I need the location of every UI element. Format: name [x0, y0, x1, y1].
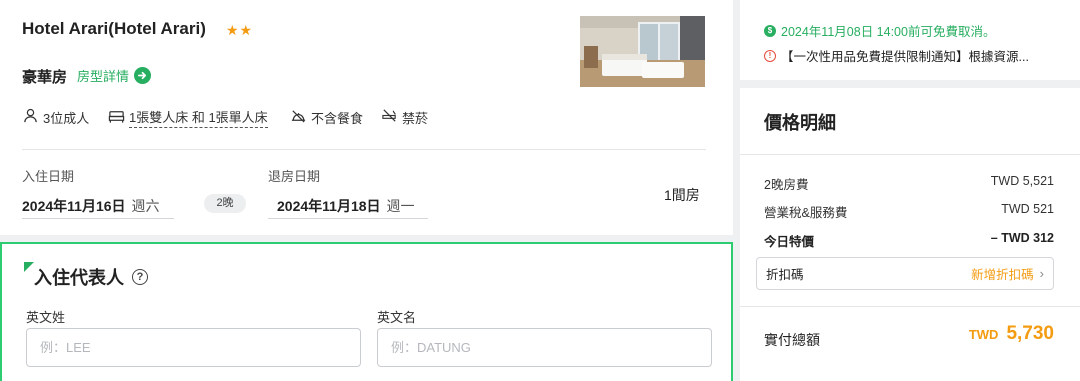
total-price: TWD 5,730	[969, 323, 1054, 345]
room-fee-label: 2晚房費	[764, 178, 809, 192]
total-currency: TWD	[968, 327, 999, 342]
arrow-right-icon	[134, 67, 152, 84]
price-breakdown-card: 價格明細 2晚房費 TWD 5,521 營業稅&服務費 TWD 521 今日特價…	[740, 88, 1080, 381]
bed-configuration: 1張雙人床 和 1張單人床	[129, 107, 268, 128]
tax-label: 營業稅&服務費	[764, 206, 848, 220]
guests-count: 3位成人	[43, 110, 90, 126]
no-meal-icon	[290, 107, 307, 127]
guests-info: 3位成人	[22, 107, 89, 127]
nights-badge: 2晚	[204, 194, 246, 213]
checkout-date[interactable]: 2024年11月18日 週一	[277, 196, 415, 216]
booking-summary-card: Hotel Arari(Hotel Arari) ★★ 豪華房 房型詳情 3位成…	[0, 0, 733, 235]
chevron-right-icon: ›	[1039, 266, 1044, 281]
room-details-label: 房型詳情	[77, 69, 130, 84]
policy-card: $ 2024年11月08日 14:00前可免費取消。 ! 【一次性用品免費提供限…	[740, 0, 1080, 80]
divider	[740, 154, 1080, 155]
checkin-date-value: 2024年11月16日	[22, 198, 126, 214]
help-icon[interactable]: ?	[132, 269, 148, 285]
checkin-weekday: 週六	[131, 198, 160, 214]
first-name-label: 英文名	[377, 310, 417, 325]
warning-icon: !	[764, 49, 776, 62]
supply-notice[interactable]: ! 【一次性用品免費提供限制通知】根據資源...	[764, 46, 1029, 65]
section-marker	[24, 262, 34, 272]
checkout-label: 退房日期	[268, 169, 321, 184]
smoking-policy: 禁菸	[402, 110, 429, 126]
dollar-check-icon: $	[764, 24, 776, 37]
divider	[22, 149, 706, 150]
price-title: 價格明細	[764, 113, 836, 133]
bed-info[interactable]: 1張雙人床 和 1張單人床	[108, 107, 268, 128]
coupon-code-button[interactable]: 折扣碼 新增折扣碼 ›	[756, 257, 1054, 290]
last-name-label: 英文姓	[26, 310, 66, 325]
total-label: 實付總額	[764, 332, 820, 348]
free-cancellation-text: 2024年11月08日 14:00前可免費取消。	[781, 25, 996, 39]
room-fee-row: 2晚房費 TWD 5,521	[764, 174, 1054, 193]
hotel-room-photo[interactable]	[580, 16, 705, 87]
tax-row: 營業稅&服務費 TWD 521	[764, 202, 1054, 221]
checkin-underline	[22, 218, 174, 219]
guest-form-title-text: 入住代表人	[34, 268, 124, 288]
checkout-underline	[268, 218, 428, 219]
special-discount-value: – TWD 312	[990, 231, 1054, 245]
hotel-name: Hotel Arari(Hotel Arari)	[22, 19, 206, 38]
guest-form-card: 入住代表人 ? 英文姓 英文名	[0, 242, 733, 381]
last-name-input[interactable]	[26, 328, 361, 367]
supply-notice-text: 【一次性用品免費提供限制通知】根據資源...	[781, 50, 1029, 64]
star-rating: ★★	[226, 22, 254, 38]
free-cancellation-notice: $ 2024年11月08日 14:00前可免費取消。	[764, 21, 995, 40]
coupon-label: 折扣碼	[766, 268, 804, 282]
checkout-weekday: 週一	[386, 198, 415, 214]
person-icon	[22, 107, 39, 127]
guest-form-title: 入住代表人 ?	[34, 264, 148, 290]
checkin-label: 入住日期	[22, 169, 75, 184]
room-details-link[interactable]: 房型詳情	[77, 66, 152, 85]
meal-status: 不含餐食	[311, 110, 364, 126]
checkin-date[interactable]: 2024年11月16日 週六	[22, 196, 160, 216]
no-smoking-icon	[381, 107, 398, 127]
add-coupon-action: 新增折扣碼 ›	[971, 264, 1044, 283]
room-fee-value: TWD 5,521	[990, 174, 1054, 188]
total-amount: 5,730	[1006, 323, 1054, 344]
add-coupon-text: 新增折扣碼	[971, 268, 1034, 282]
special-discount-label: 今日特價	[764, 235, 815, 249]
meal-info: 不含餐食	[290, 107, 363, 127]
room-type-name: 豪華房	[22, 69, 68, 86]
special-discount-row: 今日特價 – TWD 312	[764, 231, 1054, 250]
tax-value: TWD 521	[1001, 202, 1054, 216]
first-name-input[interactable]	[377, 328, 712, 367]
smoking-info: 禁菸	[381, 107, 428, 127]
room-count: 1間房	[664, 187, 700, 203]
bed-icon	[108, 108, 125, 128]
divider	[740, 306, 1080, 307]
checkout-date-value: 2024年11月18日	[277, 198, 381, 214]
